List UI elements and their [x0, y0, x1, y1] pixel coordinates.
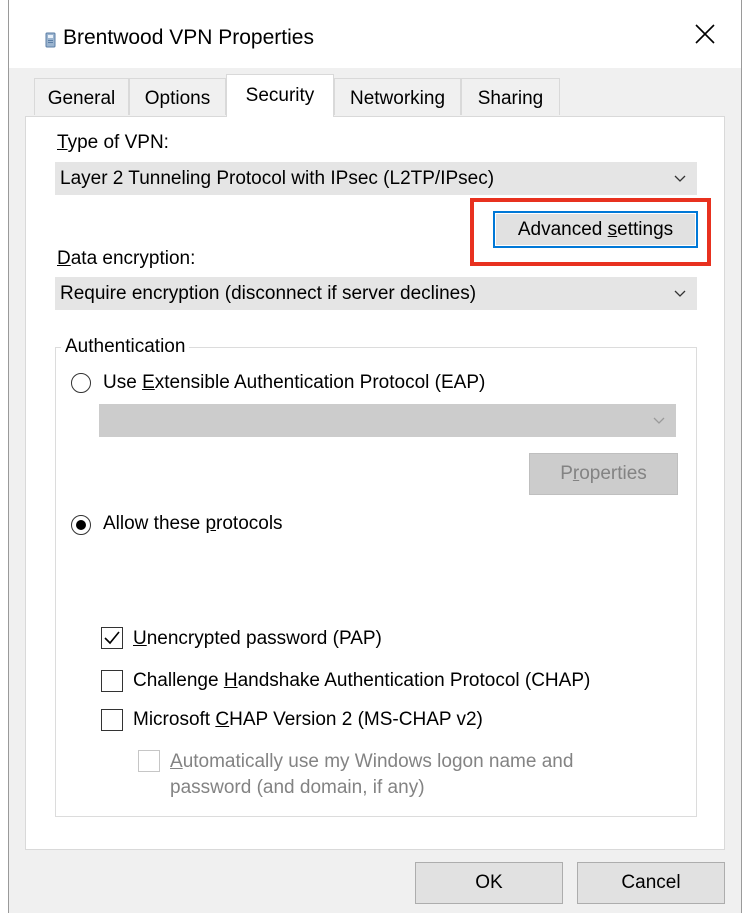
encryption-label: Data encryption: — [57, 248, 196, 269]
vpn-type-value: Layer 2 Tunneling Protocol with IPsec (L… — [60, 168, 495, 189]
mschap-v2-label[interactable]: Microsoft CHAP Version 2 (MS-CHAP v2) — [133, 708, 483, 732]
tab-label: Sharing — [477, 88, 544, 109]
encryption-dropdown[interactable]: Require encryption (disconnect if server… — [55, 277, 697, 310]
pap-checkbox[interactable] — [101, 627, 123, 649]
encryption-value: Require encryption (disconnect if server… — [60, 283, 477, 304]
vpn-connection-icon — [45, 32, 56, 48]
advanced-settings-label: Advanced settings — [517, 219, 674, 240]
tab-security[interactable]: Security — [226, 74, 334, 117]
tab-label: Security — [245, 85, 315, 106]
eap-properties-button[interactable]: Properties — [529, 453, 678, 495]
chevron-down-icon — [674, 163, 686, 194]
close-icon — [695, 24, 715, 44]
cancel-label: Cancel — [621, 872, 681, 893]
window-border-left — [8, 0, 9, 913]
eap-radio[interactable] — [71, 373, 91, 393]
tab-label: General — [47, 88, 116, 109]
allow-protocols-label[interactable]: Allow these protocols — [103, 512, 283, 536]
eap-radio-label[interactable]: Use Extensible Authentication Protocol (… — [103, 371, 485, 395]
chap-checkbox[interactable] — [101, 670, 123, 692]
chap-label[interactable]: Challenge Handshake Authentication Proto… — [133, 669, 590, 693]
window-title: Brentwood VPN Properties — [63, 26, 314, 49]
pap-label[interactable]: Unencrypted password (PAP) — [133, 627, 382, 651]
auto-logon-checkbox[interactable] — [138, 750, 160, 772]
eap-method-dropdown[interactable] — [99, 404, 676, 437]
advanced-settings-button[interactable]: Advanced settings — [493, 211, 698, 248]
authentication-legend: Authentication — [61, 335, 190, 359]
chevron-down-icon — [674, 278, 686, 309]
tab-label: Options — [144, 88, 211, 109]
tab-options[interactable]: Options — [129, 78, 226, 115]
checkmark-icon — [104, 631, 120, 645]
close-button[interactable] — [680, 14, 730, 54]
cancel-button[interactable]: Cancel — [577, 862, 725, 904]
allow-protocols-radio[interactable] — [71, 515, 91, 535]
auto-logon-label-line2: password (and domain, if any) — [170, 777, 425, 798]
ok-button[interactable]: OK — [415, 862, 563, 904]
auto-logon-label[interactable]: Automatically use my Windows logon name … — [170, 749, 573, 801]
properties-label: Properties — [560, 463, 647, 484]
mschap-v2-checkbox[interactable] — [101, 709, 123, 731]
tab-sharing[interactable]: Sharing — [461, 78, 560, 115]
window-border-right — [741, 0, 742, 913]
ok-label: OK — [475, 872, 503, 893]
vpn-type-dropdown[interactable]: Layer 2 Tunneling Protocol with IPsec (L… — [55, 162, 697, 195]
tab-label: Networking — [349, 88, 446, 109]
tab-general[interactable]: General — [34, 78, 129, 115]
chevron-down-icon — [653, 405, 665, 436]
tab-networking[interactable]: Networking — [334, 78, 461, 115]
vpn-type-label: Type of VPN: — [57, 132, 169, 153]
